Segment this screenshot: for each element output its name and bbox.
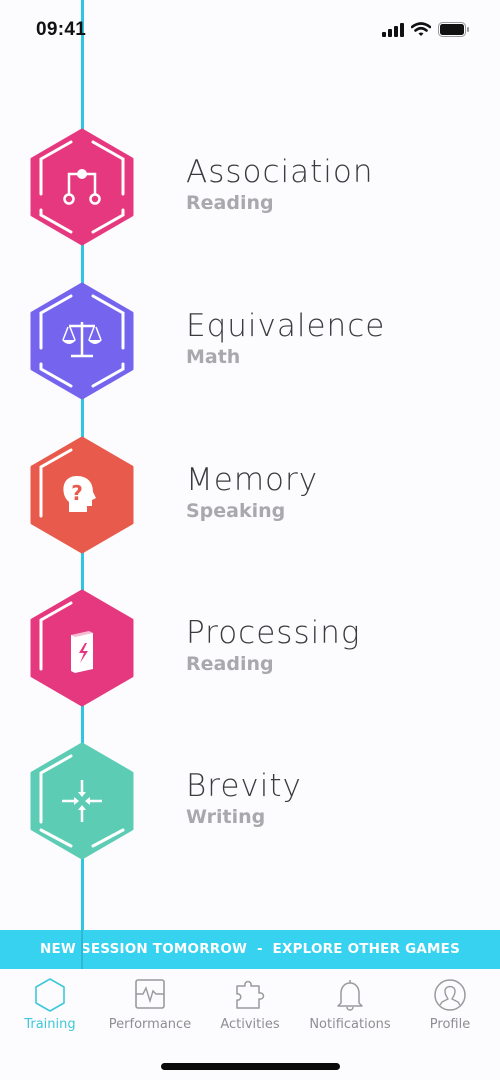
tab-profile[interactable]: Profile — [400, 969, 500, 1039]
game-item-equivalence[interactable]: Equivalence Math — [0, 282, 500, 402]
game-title: Memory — [186, 462, 319, 498]
tab-label: Performance — [108, 1017, 192, 1032]
tab-label: Activities — [220, 1017, 280, 1032]
tab-bar: Training Performance Activities Notifica… — [0, 969, 500, 1039]
pulse-chart-icon — [135, 979, 165, 1009]
banner-text: NEW SESSION TOMORROW - EXPLORE OTHER GAM… — [40, 941, 460, 957]
game-title: Association — [186, 154, 374, 190]
tab-label: Profile — [429, 1017, 471, 1032]
game-title: Processing — [186, 615, 361, 651]
game-category: Math — [186, 346, 241, 368]
tab-label: Training — [24, 1017, 76, 1032]
game-hexagon[interactable] — [29, 742, 135, 860]
tab-notifications[interactable]: Notifications — [300, 969, 400, 1039]
game-hexagon[interactable] — [29, 589, 135, 707]
timeline-line-segment — [81, 930, 83, 969]
new-session-banner[interactable]: NEW SESSION TOMORROW - EXPLORE OTHER GAM… — [0, 930, 500, 969]
cellular-signal-icon — [382, 22, 404, 37]
game-title: Brevity — [186, 768, 302, 804]
game-category: Reading — [186, 192, 274, 214]
tab-training[interactable]: Training — [0, 969, 100, 1039]
game-item-processing[interactable]: Processing Reading — [0, 589, 500, 709]
game-hexagon[interactable] — [29, 282, 135, 400]
game-item-association[interactable]: Association Reading — [0, 128, 500, 248]
game-item-brevity[interactable]: Brevity Writing — [0, 742, 500, 862]
game-item-memory[interactable]: ? Memory Speaking — [0, 436, 500, 556]
bell-icon — [337, 980, 363, 1011]
game-category: Speaking — [186, 500, 286, 522]
game-title: Equivalence — [186, 308, 386, 344]
svg-text:?: ? — [71, 481, 83, 505]
book-lightning-icon — [71, 631, 93, 673]
game-category: Writing — [186, 806, 266, 828]
status-time: 09:41 — [36, 19, 87, 40]
game-category: Reading — [186, 653, 274, 675]
battery-icon — [438, 22, 469, 37]
hexagon-icon — [35, 978, 65, 1012]
profile-icon — [434, 979, 466, 1011]
tab-label: Notifications — [309, 1017, 391, 1032]
game-hexagon[interactable] — [29, 128, 135, 246]
tab-performance[interactable]: Performance — [100, 969, 200, 1039]
puzzle-icon — [236, 980, 265, 1009]
wifi-icon — [411, 22, 431, 36]
game-hexagon[interactable]: ? — [29, 436, 135, 554]
status-bar: 09:41 — [0, 0, 500, 60]
home-indicator[interactable] — [161, 1063, 340, 1070]
tab-activities[interactable]: Activities — [200, 969, 300, 1039]
